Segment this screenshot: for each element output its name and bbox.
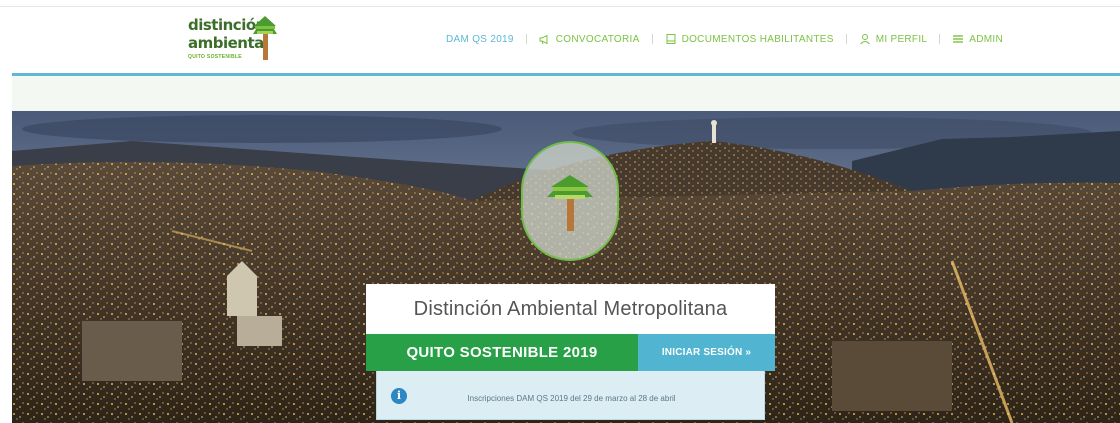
nav-item-convocatoria-label: CONVOCATORIA — [555, 33, 640, 45]
nav-divider — [939, 34, 941, 44]
document-icon — [666, 34, 676, 44]
tree-badge — [521, 141, 619, 261]
menu-icon — [953, 35, 964, 43]
sub-bar — [12, 76, 1120, 111]
nav-divider — [845, 34, 847, 44]
nav-item-perfil[interactable]: MI PERFIL — [859, 33, 928, 45]
login-button-label: INICIAR SESIÓN » — [661, 347, 752, 358]
nav-item-convocatoria[interactable]: CONVOCATORIA — [539, 33, 640, 45]
site-logo[interactable]: distinción ambiental QUITO SOSTENIBLE — [188, 14, 288, 66]
nav-divider — [651, 34, 653, 44]
nav-item-documentos-label: DOCUMENTOS HABILITANTES — [681, 33, 834, 45]
nav-item-admin-label: ADMIN — [969, 33, 1004, 45]
nav-item-perfil-label: MI PERFIL — [875, 33, 928, 45]
tree-icon — [253, 16, 277, 60]
logo-text-line3: QUITO SOSTENIBLE — [188, 54, 242, 60]
hero-subtitle: QUITO SOSTENIBLE 2019 — [406, 344, 598, 361]
nav-item-dam-label: DAM QS 2019 — [446, 33, 514, 45]
nav-item-dam[interactable]: DAM QS 2019 — [446, 34, 514, 45]
info-alert-text: Inscripciones DAM QS 2019 del 29 de marz… — [467, 394, 676, 403]
nav-item-admin[interactable]: ADMIN — [952, 33, 1003, 45]
tree-icon — [523, 143, 617, 259]
main-nav: DAM QS 2019 CONVOCATORIA DOCUMENTOS HABI… — [446, 33, 1003, 45]
info-alert: i Inscripciones DAM QS 2019 del 29 de ma… — [376, 371, 765, 420]
hero-subtitle-bar: QUITO SOSTENIBLE 2019 — [366, 334, 638, 371]
nav-item-documentos[interactable]: DOCUMENTOS HABILITANTES — [665, 33, 834, 45]
hero-title: Distinción Ambiental Metropolitana — [413, 297, 728, 320]
user-icon — [859, 34, 870, 45]
login-button[interactable]: INICIAR SESIÓN » — [638, 334, 775, 371]
nav-divider — [525, 34, 527, 44]
hero-title-box: Distinción Ambiental Metropolitana — [366, 284, 775, 334]
megaphone-icon — [539, 34, 548, 45]
